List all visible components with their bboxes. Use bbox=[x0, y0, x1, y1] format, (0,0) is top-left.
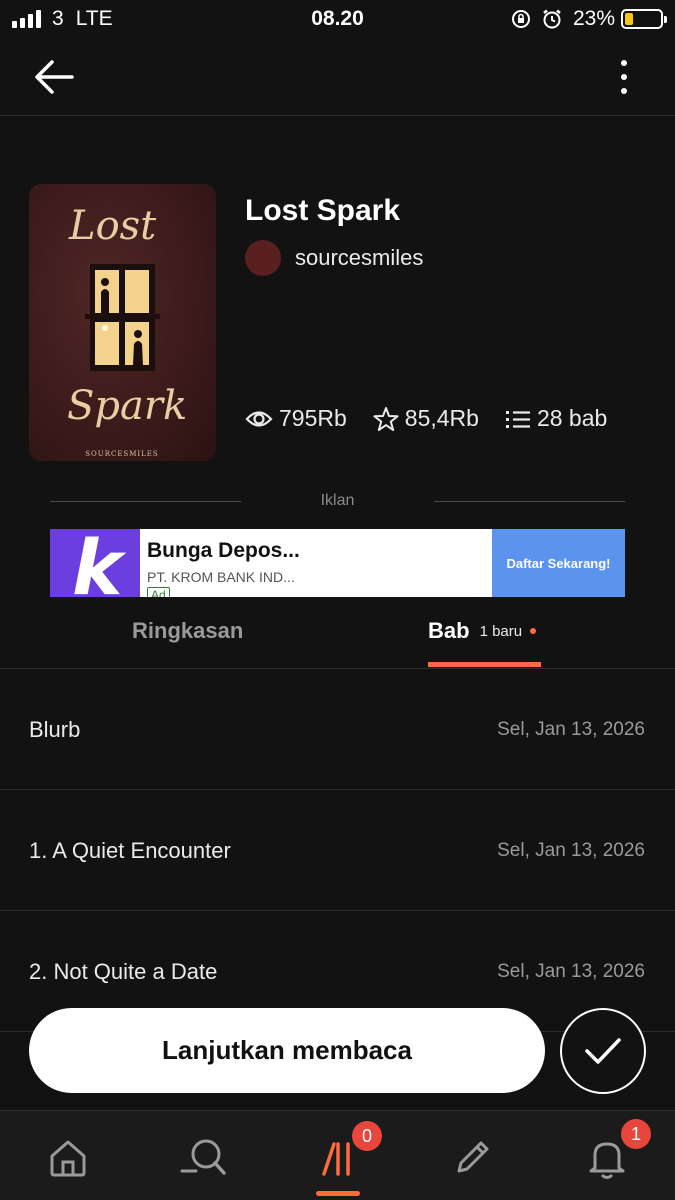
star-icon bbox=[373, 406, 399, 431]
chapter-date: Sel, Jan 13, 2026 bbox=[497, 961, 645, 982]
cover-title-bottom: Spark bbox=[67, 383, 187, 429]
chapter-title: 1. A Quiet Encounter bbox=[29, 838, 231, 863]
cover-window-illustration bbox=[85, 264, 160, 371]
ad-logo: k bbox=[50, 529, 140, 597]
parts-stat: 28 bab bbox=[505, 405, 607, 432]
check-icon bbox=[585, 1038, 621, 1064]
top-bar bbox=[0, 38, 675, 116]
lock-rotation-icon bbox=[511, 9, 531, 29]
author-avatar bbox=[245, 240, 281, 276]
cover-author: SOURCESMILES bbox=[85, 450, 158, 458]
nav-search[interactable] bbox=[175, 1133, 231, 1183]
reads-count: 795Rb bbox=[279, 405, 347, 431]
new-chapters-label: 1 baru bbox=[479, 622, 523, 640]
tab-chapters-label: Bab bbox=[428, 618, 470, 643]
back-button[interactable] bbox=[34, 56, 82, 98]
status-right: 23% bbox=[511, 7, 667, 31]
chapter-row[interactable]: 1. A Quiet Encounter Sel, Jan 13, 2026 bbox=[0, 790, 675, 911]
battery-icon bbox=[621, 9, 667, 29]
notifications-badge: 1 bbox=[621, 1119, 651, 1149]
search-icon bbox=[180, 1139, 226, 1175]
ad-advertiser: PT. KROM BANK IND... bbox=[147, 569, 295, 585]
nav-home[interactable] bbox=[40, 1133, 96, 1183]
book-stats: 795Rb 85,4Rb 28 bab bbox=[245, 405, 633, 432]
library-badge: 0 bbox=[352, 1121, 382, 1151]
tab-chapters[interactable]: Bab 1 baru bbox=[428, 618, 537, 644]
active-tab-indicator bbox=[428, 662, 541, 667]
ad-logo-letter: k bbox=[72, 529, 123, 597]
chapter-row[interactable]: Blurb Sel, Jan 13, 2026 bbox=[0, 669, 675, 790]
ad-label-row: Iklan bbox=[50, 490, 625, 514]
chapter-date: Sel, Jan 13, 2026 bbox=[497, 840, 645, 861]
more-options-button[interactable] bbox=[604, 54, 644, 100]
ad-headline: Bunga Depos... bbox=[147, 539, 300, 562]
votes-count: 85,4Rb bbox=[404, 405, 479, 431]
author-link[interactable]: sourcesmiles bbox=[245, 240, 423, 276]
continue-reading-button[interactable]: Lanjutkan membaca bbox=[29, 1008, 545, 1093]
tab-summary[interactable]: Ringkasan bbox=[132, 618, 243, 644]
ad-cta-button[interactable]: Daftar Sekarang! bbox=[492, 529, 625, 597]
author-name: sourcesmiles bbox=[295, 245, 424, 270]
add-to-library-button[interactable] bbox=[560, 1008, 646, 1094]
parts-count: 28 bab bbox=[536, 405, 608, 431]
write-icon bbox=[457, 1141, 489, 1173]
ad-divider-right bbox=[434, 501, 625, 502]
votes-stat: 85,4Rb bbox=[373, 405, 479, 432]
eye-icon bbox=[245, 410, 273, 427]
chapter-title: 2. Not Quite a Date bbox=[29, 959, 218, 984]
alarm-icon bbox=[541, 8, 563, 30]
bottom-nav: 0 1 bbox=[0, 1110, 675, 1200]
battery-fill bbox=[625, 13, 633, 25]
nav-active-indicator bbox=[316, 1191, 360, 1196]
ad-banner[interactable]: k Bunga Depos... PT. KROM BANK IND... Ad… bbox=[50, 529, 625, 597]
status-bar: 3 LTE 08.20 23% bbox=[0, 0, 675, 38]
chapter-date: Sel, Jan 13, 2026 bbox=[497, 719, 645, 740]
home-icon bbox=[50, 1140, 86, 1177]
back-arrow-icon bbox=[35, 60, 74, 94]
reads-stat: 795Rb bbox=[245, 405, 347, 432]
list-icon bbox=[505, 410, 530, 428]
book-title: Lost Spark bbox=[245, 194, 401, 227]
ad-badge: Ad bbox=[147, 587, 170, 597]
battery-percentage: 23% bbox=[572, 7, 615, 30]
nav-write[interactable] bbox=[444, 1133, 500, 1183]
cover-title-top: Lost bbox=[68, 203, 157, 249]
book-cover[interactable]: Lost Spark SOURCESMILES bbox=[29, 184, 216, 461]
new-indicator-dot bbox=[530, 628, 537, 634]
notifications-icon bbox=[589, 1142, 625, 1179]
more-vertical-icon bbox=[621, 60, 627, 66]
library-icon bbox=[322, 1142, 350, 1176]
tab-bar: Ringkasan Bab 1 baru bbox=[0, 600, 675, 669]
chapter-title: Blurb bbox=[29, 717, 81, 742]
